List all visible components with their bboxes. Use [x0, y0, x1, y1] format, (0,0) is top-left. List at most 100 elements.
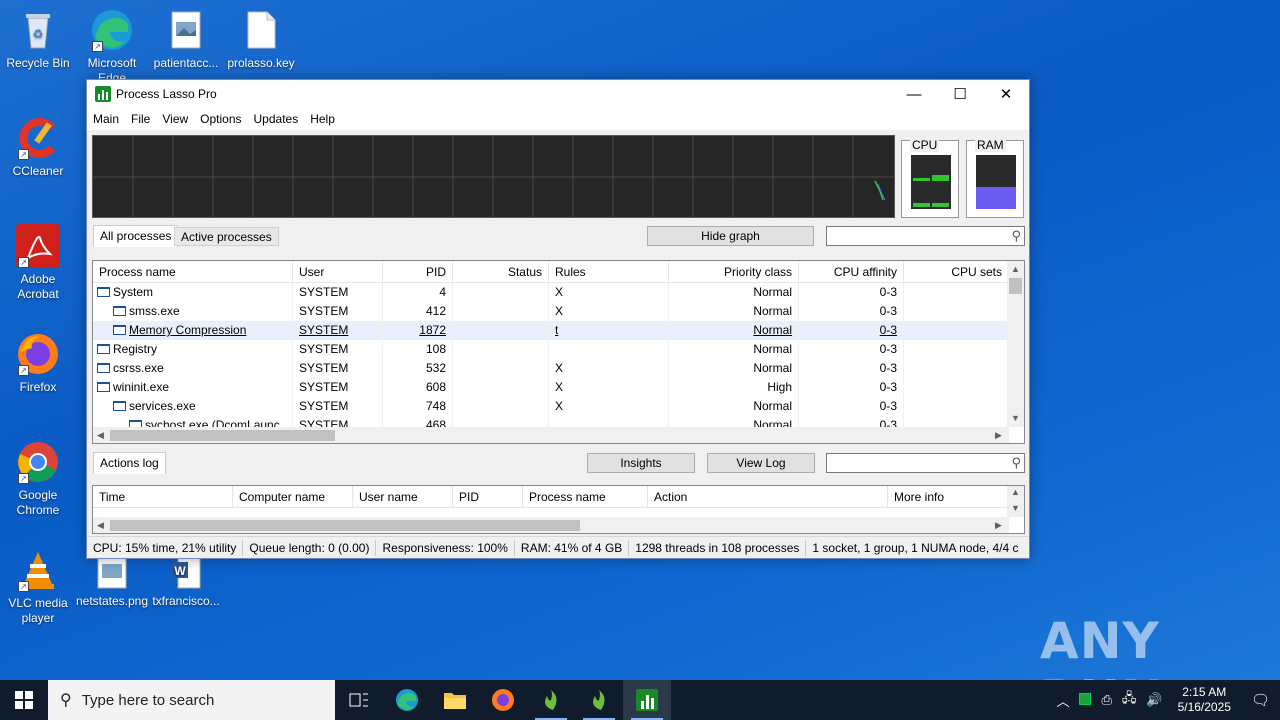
process-table-hscroll[interactable]: ◀ ▶	[93, 427, 1009, 443]
col-log-process-name[interactable]: Process name	[523, 486, 648, 507]
col-time[interactable]: Time	[93, 486, 233, 507]
cell-affinity: 0-3	[799, 397, 904, 416]
col-pid[interactable]: PID	[383, 261, 453, 282]
shortcut-arrow-icon: ↗	[92, 41, 103, 52]
taskbar-process-lasso[interactable]	[623, 680, 671, 720]
start-button[interactable]	[0, 680, 48, 720]
taskbar-firefox[interactable]	[479, 680, 527, 720]
taskbar-edge[interactable]	[383, 680, 431, 720]
hide-graph-button[interactable]: Hide graph	[647, 226, 814, 246]
clock[interactable]: 2:15 AM 5/16/2025	[1168, 685, 1241, 715]
table-row[interactable]: Memory Compression SYSTEM 1872 t Normal 0-3	[93, 321, 1024, 340]
col-priority-class[interactable]: Priority class	[669, 261, 799, 282]
scroll-thumb[interactable]	[1009, 278, 1022, 294]
cpu-history-graph[interactable]	[92, 135, 895, 218]
log-search-input[interactable]: ⚲	[826, 453, 1025, 473]
desktop-icon-prolasso-key[interactable]: prolasso.key	[223, 8, 299, 71]
col-more-info[interactable]: More info	[888, 486, 1008, 507]
scroll-right-icon[interactable]: ▶	[995, 430, 1002, 441]
table-row[interactable]: Registry SYSTEM 108 Normal 0-3	[93, 340, 1024, 359]
menu-file[interactable]: File	[125, 112, 156, 126]
col-process-name[interactable]: Process name	[93, 261, 293, 282]
cell-affinity: 0-3	[799, 359, 904, 378]
view-log-button[interactable]: View Log	[707, 453, 815, 473]
desktop-icon-recycle-bin[interactable]: ♻ Recycle Bin	[0, 8, 76, 71]
firefox-icon: ↗	[16, 332, 60, 376]
col-rules[interactable]: Rules	[549, 261, 669, 282]
taskbar: ⚲ Type here to search ︿ ⎙ 🖧 🔊 2:15 AM 5/…	[0, 680, 1280, 720]
maximize-button[interactable]: ☐	[937, 80, 983, 108]
log-vscroll[interactable]: ▲ ▼	[1007, 486, 1024, 517]
ccleaner-icon: ↗	[16, 116, 60, 160]
tab-actions-log[interactable]: Actions log	[93, 452, 166, 474]
menu-updates[interactable]: Updates	[248, 112, 305, 126]
menu-main[interactable]: Main	[87, 112, 125, 126]
desktop-icon-chrome[interactable]: ↗ Google Chrome	[0, 440, 76, 518]
cell-pid: 4	[383, 283, 453, 302]
scroll-up-icon[interactable]: ▲	[1011, 487, 1020, 497]
cell-affinity: 0-3	[799, 321, 904, 340]
minimize-button[interactable]: —	[891, 80, 937, 108]
table-row[interactable]: wininit.exe SYSTEM 608 X High 0-3	[93, 378, 1024, 397]
cell-status	[453, 359, 549, 378]
process-search-input[interactable]: ⚲	[826, 226, 1025, 246]
process-icon	[97, 344, 110, 354]
col-cpu-affinity[interactable]: CPU affinity	[799, 261, 904, 282]
taskbar-app-green-1[interactable]	[527, 680, 575, 720]
table-row[interactable]: System SYSTEM 4 X Normal 0-3	[93, 283, 1024, 302]
desktop-icon-netstates[interactable]: netstates.png	[74, 556, 150, 609]
scroll-up-icon[interactable]: ▲	[1011, 264, 1020, 274]
table-row[interactable]: smss.exe SYSTEM 412 X Normal 0-3	[93, 302, 1024, 321]
task-view-button[interactable]	[335, 680, 383, 720]
scroll-thumb[interactable]	[110, 520, 580, 531]
col-computer-name[interactable]: Computer name	[233, 486, 353, 507]
volume-icon[interactable]: 🔊	[1141, 692, 1167, 708]
network-icon[interactable]: 🖧	[1117, 689, 1142, 711]
process-table-vscroll[interactable]: ▲ ▼	[1007, 261, 1024, 427]
desktop-icon-patientacc[interactable]: patientacc...	[148, 8, 224, 71]
desktop-icon-vlc[interactable]: ↗ VLC media player	[0, 548, 76, 626]
desktop-icon-txfrancisco[interactable]: W txfrancisco...	[148, 556, 224, 609]
system-tray: ︿ ⎙ 🖧 🔊 2:15 AM 5/16/2025 🗨	[1051, 680, 1280, 720]
scroll-left-icon[interactable]: ◀	[97, 520, 104, 531]
cell-process-name: csrss.exe	[93, 359, 293, 378]
col-user-name[interactable]: User name	[353, 486, 453, 507]
scroll-down-icon[interactable]: ▼	[1011, 413, 1020, 423]
show-hidden-icons-icon[interactable]: ︿	[1051, 691, 1074, 710]
scroll-right-icon[interactable]: ▶	[995, 520, 1002, 531]
col-log-pid[interactable]: PID	[453, 486, 523, 507]
tray-app-icon[interactable]	[1074, 692, 1096, 708]
table-row[interactable]: csrss.exe SYSTEM 532 X Normal 0-3	[93, 359, 1024, 378]
scroll-left-icon[interactable]: ◀	[97, 430, 104, 441]
title-bar[interactable]: Process Lasso Pro — ☐ ✕	[87, 80, 1029, 108]
table-row[interactable]: services.exe SYSTEM 748 X Normal 0-3	[93, 397, 1024, 416]
menu-options[interactable]: Options	[194, 112, 247, 126]
taskbar-app-green-2[interactable]	[575, 680, 623, 720]
col-user[interactable]: User	[293, 261, 383, 282]
col-cpu-sets[interactable]: CPU sets	[904, 261, 1009, 282]
status-bar: CPU: 15% time, 21% utility Queue length:…	[87, 536, 1029, 558]
insights-button[interactable]: Insights	[587, 453, 695, 473]
scroll-down-icon[interactable]: ▼	[1011, 503, 1020, 513]
cell-rules: X	[549, 378, 669, 397]
menu-view[interactable]: View	[156, 112, 194, 126]
desktop-icon-ccleaner[interactable]: ↗ CCleaner	[0, 116, 76, 179]
menu-help[interactable]: Help	[304, 112, 341, 126]
cell-priority-text: Normal	[753, 399, 792, 413]
notification-icon[interactable]: 🗨	[1241, 691, 1280, 709]
tab-all-processes[interactable]: All processes	[93, 225, 179, 247]
desktop-icon-acrobat[interactable]: ↗ Adobe Acrobat	[0, 224, 76, 302]
desktop-icon-firefox[interactable]: ↗ Firefox	[0, 332, 76, 395]
log-hscroll[interactable]: ◀ ▶	[93, 517, 1009, 533]
col-status[interactable]: Status	[453, 261, 549, 282]
tray-device-icon[interactable]: ⎙	[1096, 692, 1116, 708]
process-lasso-icon	[95, 86, 111, 102]
col-action[interactable]: Action	[648, 486, 888, 507]
desktop-icon-edge[interactable]: ↗ Microsoft Edge	[74, 8, 150, 86]
cell-rules-text: X	[555, 285, 564, 299]
tab-active-processes[interactable]: Active processes	[174, 227, 279, 246]
close-button[interactable]: ✕	[983, 80, 1029, 108]
scroll-thumb[interactable]	[110, 430, 335, 441]
taskbar-search-box[interactable]: ⚲ Type here to search	[48, 680, 335, 720]
taskbar-file-explorer[interactable]	[431, 680, 479, 720]
